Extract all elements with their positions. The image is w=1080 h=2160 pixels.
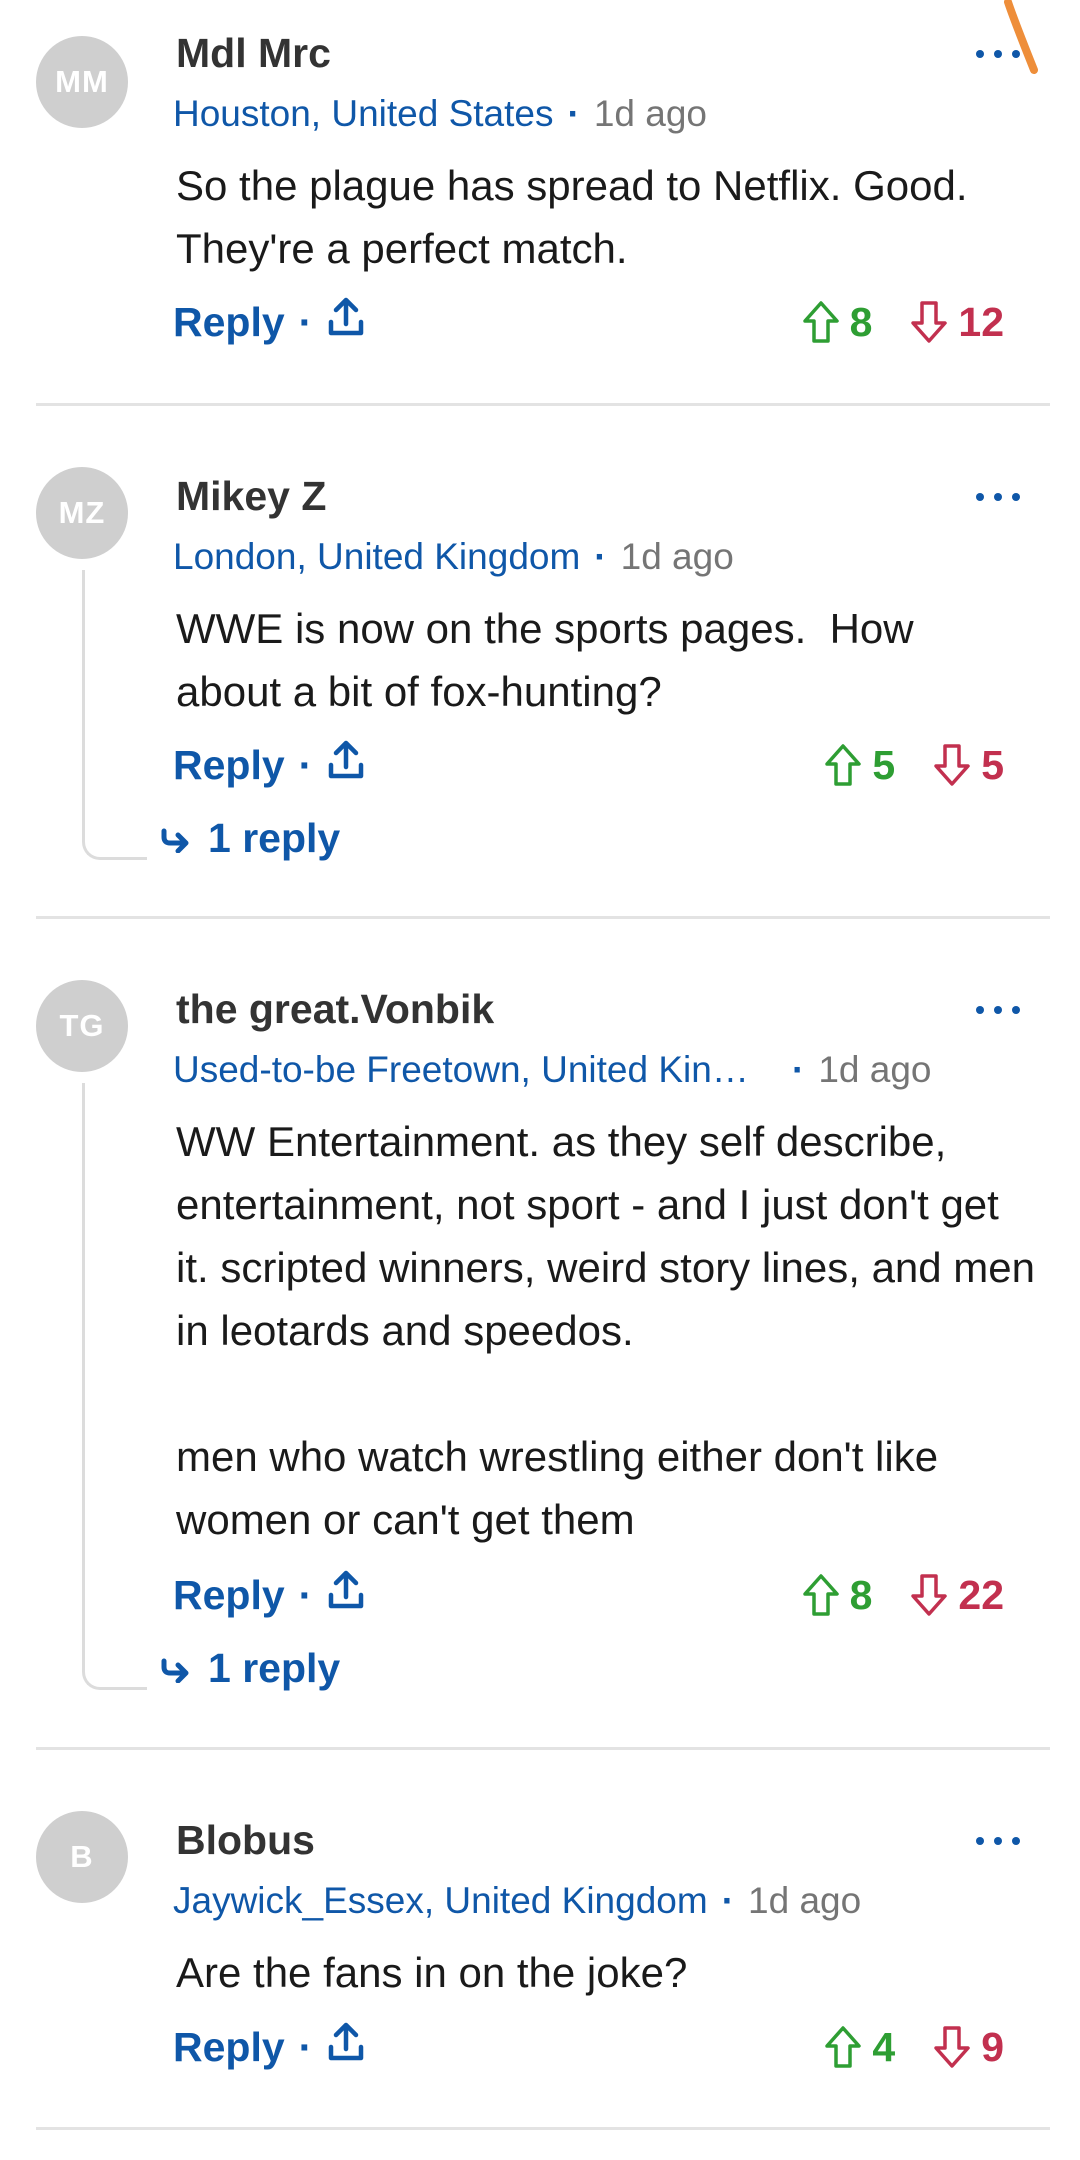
downvote-button[interactable]: 5	[933, 742, 1004, 789]
upvote-arrow-icon	[802, 1574, 839, 1616]
vote-group: 8 12	[802, 297, 1004, 347]
meta-separator: ·	[792, 1049, 805, 1090]
meta-separator: ·	[567, 93, 580, 134]
upvote-count: 8	[849, 1571, 873, 1618]
scribble-mark	[1004, 0, 1038, 74]
user-location: London, United Kingdom	[173, 536, 581, 577]
comment-body: So the plague has spread to Netflix. Goo…	[176, 162, 979, 272]
reply-button[interactable]: Reply	[173, 742, 285, 789]
action-separator: ·	[298, 1571, 313, 1618]
view-replies-button[interactable]: 1 reply	[160, 813, 340, 863]
vote-group: 5 5	[824, 740, 1004, 790]
comment-actions: Reply ·	[173, 2022, 366, 2072]
more-options-icon[interactable]	[976, 1000, 1020, 1020]
action-separator: ·	[298, 741, 313, 788]
user-location: Used-to-be Freetown, United Kingdom	[173, 1049, 758, 1090]
timestamp: 1d ago	[748, 1880, 862, 1921]
upvote-count: 4	[872, 2023, 896, 2070]
upvote-button[interactable]: 8	[802, 1571, 873, 1619]
downvote-arrow-icon	[911, 1574, 948, 1616]
share-icon[interactable]	[326, 296, 366, 348]
username[interactable]: Mdl Mrc	[176, 30, 331, 77]
more-options-icon[interactable]	[976, 1831, 1020, 1851]
upvote-arrow-icon	[825, 2026, 862, 2068]
comment-meta: London, United Kingdom · 1d ago	[173, 536, 734, 578]
comment-meta: Houston, United States · 1d ago	[173, 93, 707, 135]
comment-meta: Used-to-be Freetown, United Kingdom · 1d a…	[173, 1049, 932, 1091]
thread-line	[82, 570, 147, 860]
meta-separator: ·	[594, 536, 607, 577]
avatar[interactable]: MM	[36, 36, 128, 128]
more-options-icon[interactable]	[976, 487, 1020, 507]
downvote-count: 5	[981, 741, 1004, 788]
user-location: Jaywick_Essex, United Kingdom	[173, 1880, 708, 1921]
more-options-icon[interactable]	[976, 44, 1020, 64]
downvote-arrow-icon	[911, 301, 948, 343]
reply-button[interactable]: Reply	[173, 299, 285, 346]
timestamp: 1d ago	[620, 536, 734, 577]
action-separator: ·	[298, 298, 313, 345]
replies-count: 1 reply	[208, 814, 341, 861]
upvote-count: 5	[872, 741, 896, 788]
comment-body: Are the fans in on the joke?	[176, 1949, 688, 1996]
share-icon[interactable]	[326, 2021, 366, 2073]
avatar[interactable]: B	[36, 1811, 128, 1903]
upvote-arrow-icon	[802, 301, 839, 343]
reply-button[interactable]: Reply	[173, 1572, 285, 1619]
reply-arrow-icon	[161, 828, 189, 853]
meta-separator: ·	[721, 1880, 735, 1921]
avatar[interactable]: TG	[36, 980, 128, 1072]
upvote-button[interactable]: 5	[824, 742, 895, 789]
share-icon[interactable]	[326, 739, 366, 791]
comment-actions: Reply ·	[173, 297, 366, 347]
timestamp: 1d ago	[593, 93, 707, 134]
upvote-button[interactable]: 4	[824, 2024, 895, 2071]
upvote-arrow-icon	[825, 744, 862, 786]
comment-body: WWE is now on the sports pages. How abou…	[176, 605, 926, 715]
downvote-button[interactable]: 22	[910, 1572, 1004, 1619]
downvote-button[interactable]: 12	[910, 299, 1004, 346]
comment-actions: Reply ·	[173, 1570, 366, 1620]
downvote-arrow-icon	[934, 744, 970, 786]
comment-body: WW Entertainment. as they self describe,…	[176, 1118, 1036, 1543]
vote-group: 8 22	[802, 1570, 1004, 1620]
downvote-count: 9	[981, 2023, 1004, 2070]
downvote-button[interactable]: 9	[933, 2024, 1004, 2071]
action-separator: ·	[298, 2023, 313, 2070]
comment-meta: Jaywick_Essex, United Kingdom · 1d ago	[173, 1880, 861, 1922]
divider	[36, 403, 1050, 406]
username[interactable]: Blobus	[176, 1817, 315, 1864]
divider	[36, 1747, 1050, 1750]
view-replies-button[interactable]: 1 reply	[160, 1643, 340, 1693]
thread-line	[82, 1083, 147, 1690]
downvote-count: 12	[958, 298, 1004, 345]
user-location: Houston, United States	[173, 93, 554, 134]
downvote-count: 22	[958, 1571, 1004, 1618]
avatar[interactable]: MZ	[36, 467, 128, 559]
upvote-count: 8	[849, 298, 873, 345]
downvote-arrow-icon	[934, 2026, 970, 2068]
username[interactable]: the great.Vonbik	[176, 986, 494, 1033]
timestamp: 1d ago	[818, 1049, 932, 1090]
reply-button[interactable]: Reply	[173, 2024, 285, 2071]
upvote-button[interactable]: 8	[802, 298, 873, 346]
divider	[36, 916, 1050, 919]
share-icon[interactable]	[326, 1569, 366, 1621]
reply-arrow-icon	[161, 1658, 189, 1683]
replies-count: 1 reply	[208, 1644, 341, 1691]
comment-actions: Reply ·	[173, 740, 366, 790]
username[interactable]: Mikey Z	[176, 473, 326, 520]
divider	[36, 2127, 1050, 2130]
vote-group: 4 9	[824, 2022, 1004, 2072]
